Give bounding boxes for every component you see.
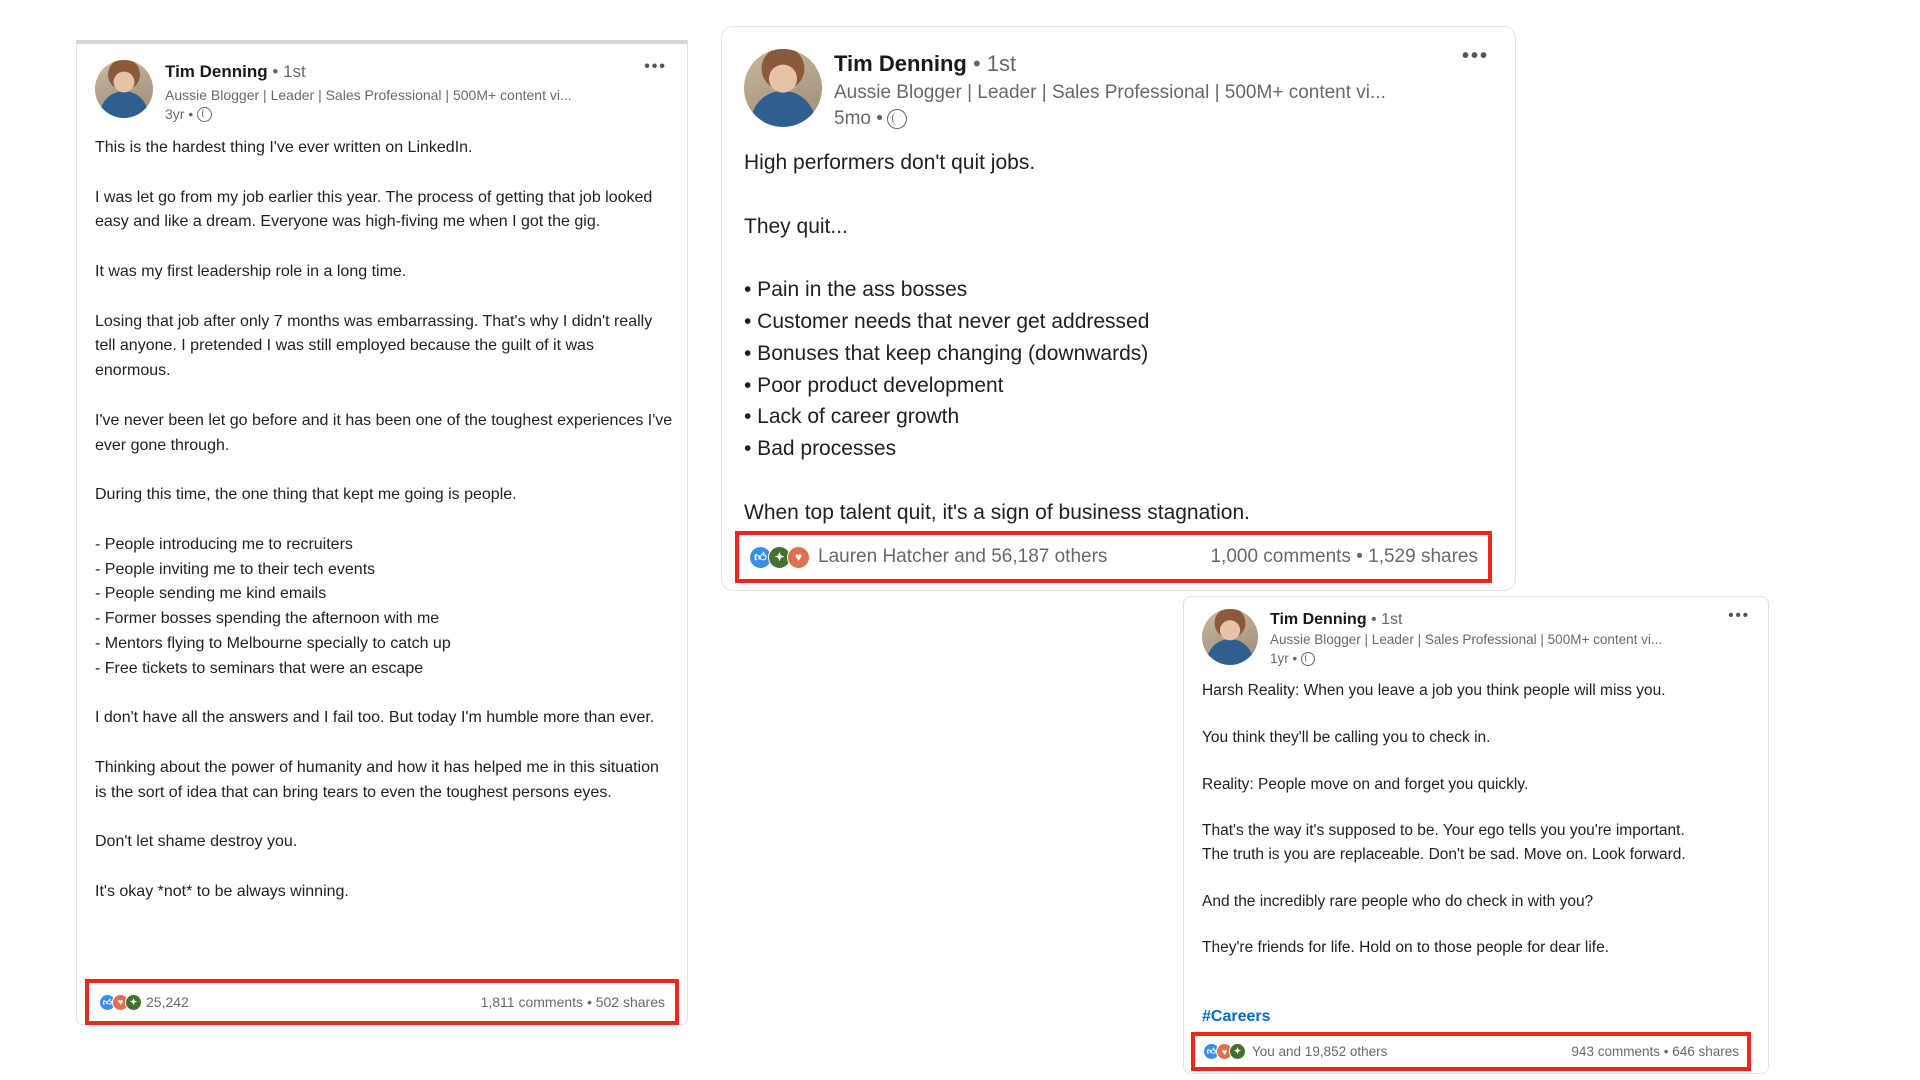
more-options-button[interactable]: ••• xyxy=(1728,607,1750,624)
author-name[interactable]: Tim Denning • 1st xyxy=(834,51,1016,77)
reactions-button[interactable]: 👍︎ ♥ ✦ 25,242 xyxy=(99,993,189,1011)
post-time: 5mo • xyxy=(834,108,907,130)
avatar[interactable] xyxy=(1202,609,1258,665)
love-icon: ♥ xyxy=(787,545,810,569)
post-time: 1yr • xyxy=(1270,651,1316,666)
author-name[interactable]: Tim Denning • 1st xyxy=(1270,611,1402,629)
social-counts-bar: 👍︎ ♥ ✦ 25,242 1,811 comments • 502 share… xyxy=(85,979,679,1025)
connection-degree: • 1st xyxy=(1371,611,1403,628)
avatar[interactable] xyxy=(744,49,822,127)
reactions-button[interactable]: 👍︎ ♥ ✦ You and 19,852 others xyxy=(1203,1043,1387,1060)
connection-degree: • 1st xyxy=(972,51,1017,76)
globe-icon xyxy=(886,109,907,129)
author-headline: Aussie Blogger | Leader | Sales Professi… xyxy=(165,87,572,103)
comments-shares-count[interactable]: 943 comments • 646 shares xyxy=(1571,1044,1739,1059)
globe-icon xyxy=(197,106,213,122)
more-options-button[interactable]: ••• xyxy=(1462,45,1489,68)
avatar[interactable] xyxy=(95,60,153,118)
reactions-count[interactable]: 25,242 xyxy=(146,994,189,1010)
comments-shares-count[interactable]: 1,000 comments • 1,529 shares xyxy=(1210,546,1478,568)
post-card-2: Tim Denning • 1st Aussie Blogger | Leade… xyxy=(721,26,1516,591)
reactions-count[interactable]: You and 19,852 others xyxy=(1252,1044,1387,1059)
post-body: Harsh Reality: When you leave a job you … xyxy=(1202,682,1686,957)
celebrate-icon: ✦ xyxy=(125,993,142,1011)
reactions-button[interactable]: 👍︎ ✦ ♥ Lauren Hatcher and 56,187 others xyxy=(749,545,1107,569)
social-counts-bar: 👍︎ ♥ ✦ You and 19,852 others 943 comment… xyxy=(1191,1032,1751,1071)
more-options-button[interactable]: ••• xyxy=(644,58,667,76)
author-headline: Aussie Blogger | Leader | Sales Professi… xyxy=(834,82,1386,103)
post-time: 3yr • xyxy=(165,106,213,122)
post-card-3: Tim Denning • 1st Aussie Blogger | Leade… xyxy=(1183,596,1769,1074)
author-name[interactable]: Tim Denning • 1st xyxy=(165,62,306,82)
comments-shares-count[interactable]: 1,811 comments • 502 shares xyxy=(481,994,665,1010)
reactions-count[interactable]: Lauren Hatcher and 56,187 others xyxy=(818,546,1107,568)
social-counts-bar: 👍︎ ✦ ♥ Lauren Hatcher and 56,187 others … xyxy=(735,531,1492,583)
post-body: This is the hardest thing I've ever writ… xyxy=(95,139,673,900)
author-headline: Aussie Blogger | Leader | Sales Professi… xyxy=(1270,632,1663,647)
celebrate-icon: ✦ xyxy=(1229,1043,1246,1060)
hashtag-link[interactable]: #Careers xyxy=(1202,1008,1271,1026)
post-body: High performers don't quit jobs. They qu… xyxy=(744,151,1250,524)
post-card-1: Tim Denning • 1st Aussie Blogger | Leade… xyxy=(76,40,688,1025)
globe-icon xyxy=(1301,651,1316,666)
connection-degree: • 1st xyxy=(272,62,306,81)
